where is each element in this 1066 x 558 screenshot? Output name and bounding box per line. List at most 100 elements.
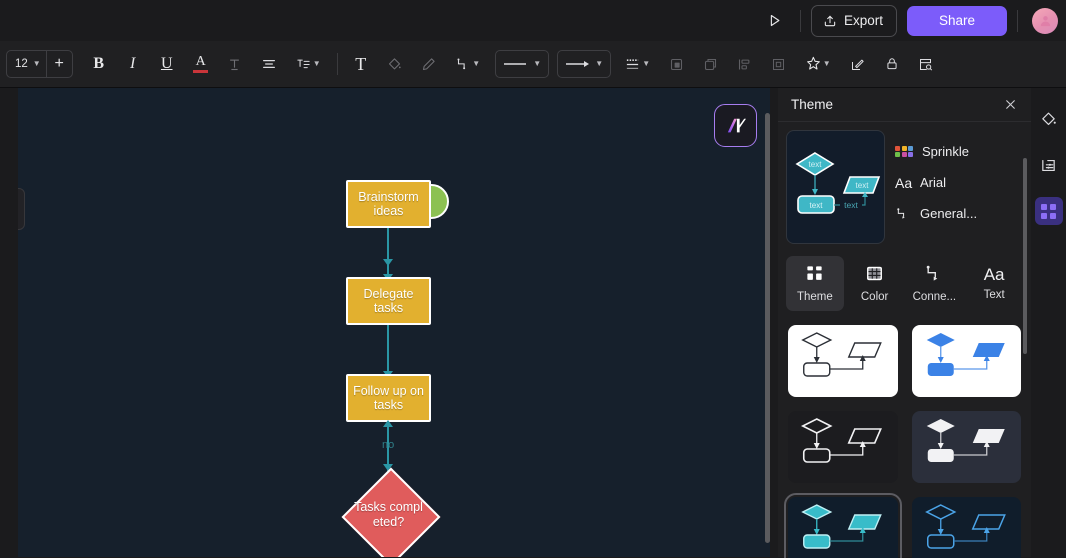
font-color-icon: A [193,55,209,73]
theme-thumb-diagram [924,504,1006,549]
font-size-value: 12 [15,58,28,70]
format-toolbar: 12 ▼ + B I U A ▼ T ▼ ▼ ▼ ▼ ▼ [0,41,1066,88]
tab-color[interactable]: Color [846,256,904,311]
theme-font-row[interactable]: Aa Arial [893,167,1021,198]
theme-attribute-list: Sprinkle Aa Arial General... [893,130,1021,244]
theme-palette-row[interactable]: Sprinkle [893,136,1021,167]
app-logo-icon [727,118,746,132]
font-size-increase-button[interactable]: + [45,51,72,77]
line-style-button[interactable]: ▼ [494,50,549,78]
flowchart-canvas[interactable]: Start Brainstorm ideas Delegate tasks Fo… [18,88,770,557]
insert-text-button[interactable]: T [347,50,375,78]
text-position-icon [297,59,310,68]
panel-body: text text text text Sprinkle Aa Arial Ge… [778,122,1031,558]
align-center-icon [262,60,275,68]
theme-light-outline[interactable] [788,325,898,397]
svg-text:text: text [810,201,824,210]
theme-connector-label: General... [920,206,978,221]
divider [1017,9,1018,32]
node-label: Follow up on tasks [353,383,424,413]
chevron-down-icon: ▼ [642,59,651,68]
font-aa-icon: Aa [895,174,913,191]
connector-type-button[interactable]: ▼ [449,50,488,78]
line-weight-button[interactable]: ▼ [618,50,657,78]
present-button[interactable] [760,6,790,36]
underline-button[interactable]: U [153,50,181,78]
connector-line[interactable] [387,325,389,373]
current-theme-preview[interactable]: text text text text [786,130,885,244]
theme-dark-outline[interactable] [788,411,898,483]
connector-icon [925,264,944,286]
font-size-select[interactable]: 12 ▼ [7,51,46,77]
connector-line[interactable] [387,228,389,276]
text-position-button[interactable]: ▼ [289,50,328,78]
grid-icon [1041,203,1056,219]
theme-navy-teal[interactable] [784,493,902,558]
tab-text[interactable]: Aa Text [965,256,1023,311]
palette-swatch-icon [895,145,913,158]
theme-navy-outline[interactable] [911,497,1021,558]
align-button[interactable] [255,50,283,78]
rail-panel-button[interactable] [1035,151,1063,179]
connector-arrow-icon [383,420,393,427]
send-backward-button[interactable] [697,50,725,78]
close-panel-button[interactable] [999,94,1021,116]
share-button[interactable]: Share [907,5,1007,36]
close-icon [1005,100,1015,109]
rail-theme-button[interactable] [1034,197,1063,225]
tab-theme-label: Theme [796,291,833,303]
rail-fill-button[interactable] [1035,105,1063,133]
theme-light-blue[interactable] [911,325,1021,397]
panel-vertical-scrollbar[interactable] [1023,158,1027,354]
italic-button[interactable]: I [119,50,147,78]
send-backward-icon [705,58,717,70]
find-button[interactable] [912,50,940,78]
arrow-style-button[interactable]: ▼ [556,50,611,78]
text-icon: T [355,53,367,74]
theme-summary: text text text text Sprinkle Aa Arial Ge… [778,122,1031,244]
fill-color-button[interactable] [381,50,409,78]
svg-text:text: text [809,160,823,169]
left-panel-handle[interactable] [18,188,25,230]
font-color-button[interactable]: A [187,50,215,78]
font-size-group: 12 ▼ + [6,50,73,78]
line-weight-icon [627,58,639,69]
clear-format-button[interactable] [221,50,249,78]
app-logo-badge[interactable] [714,104,757,147]
user-avatar-icon [1040,16,1050,27]
tab-theme[interactable]: Theme [786,256,844,311]
effects-button[interactable]: ▼ [799,50,838,78]
theme-dark-filled[interactable] [911,411,1021,483]
edit-button[interactable] [844,50,872,78]
theme-connector-row[interactable]: General... [893,198,1021,229]
bring-forward-button[interactable] [663,50,691,78]
node-decision[interactable]: Tasks completed? [341,467,440,557]
align-objects-button[interactable] [731,50,759,78]
chevron-down-icon: ▼ [32,59,41,68]
theme-thumb-diagram [926,419,1005,462]
export-button[interactable]: Export [810,4,897,37]
node-followup[interactable]: Follow up on tasks [346,374,431,422]
align-objects-icon [739,59,750,69]
chevron-down-icon: ▼ [472,59,481,68]
line-color-button[interactable] [415,50,443,78]
group-button[interactable] [765,50,793,78]
play-icon [771,14,780,27]
underline-icon: U [160,55,173,72]
theme-grid [778,311,1031,558]
find-icon [920,58,933,70]
node-delegate[interactable]: Delegate tasks [346,277,431,325]
lock-button[interactable] [878,50,906,78]
avatar[interactable] [1032,7,1058,34]
svg-text:text: text [844,200,858,210]
bold-button[interactable]: B [85,50,113,78]
canvas-vertical-scrollbar[interactable] [765,113,770,543]
node-brainstorm[interactable]: Brainstorm ideas [346,180,431,228]
theme-thumb-diagram [801,504,882,549]
top-bar: Export Share [0,0,1066,41]
tab-connector[interactable]: Conne... [906,256,964,311]
export-label: Export [843,13,883,28]
arrow-style-icon [566,61,590,67]
node-label: Tasks completed? [354,499,423,529]
tab-color-label: Color [860,291,889,303]
